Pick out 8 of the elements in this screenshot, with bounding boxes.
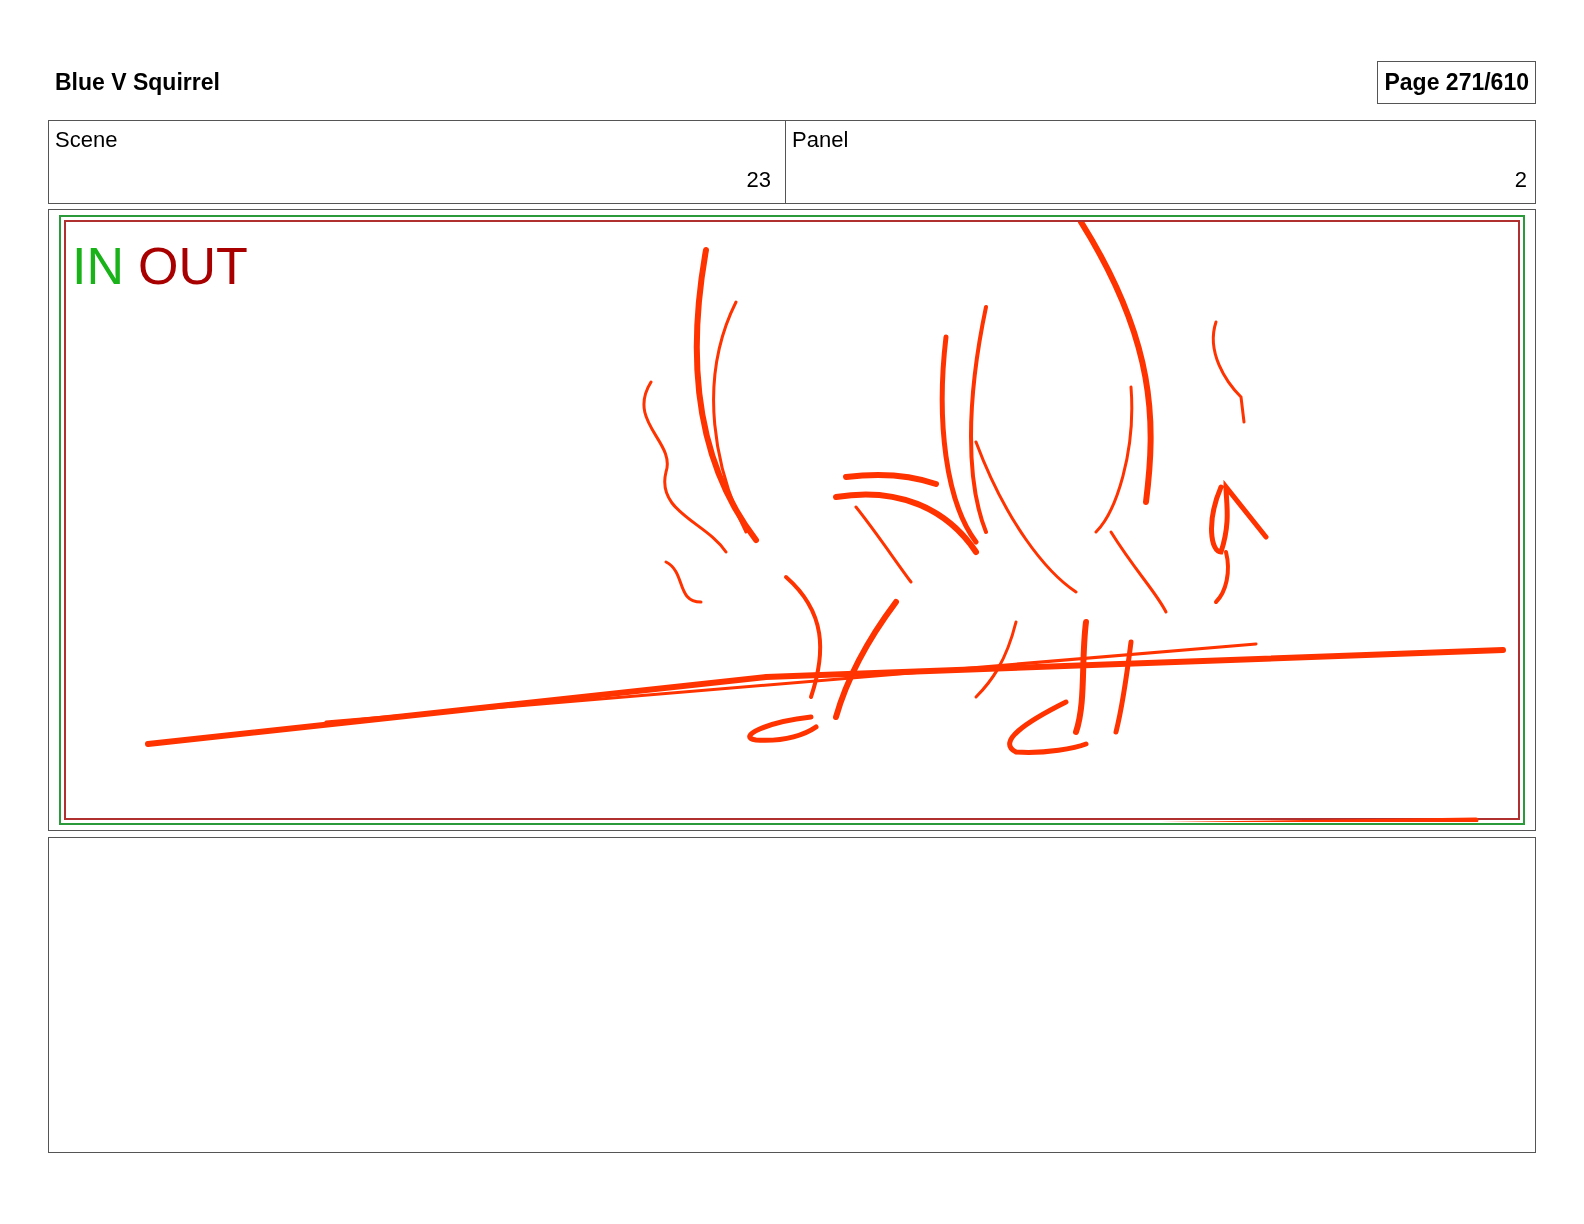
field-label: Scene — [55, 127, 119, 153]
field-value: 23 — [746, 167, 771, 193]
storyboard-title: Blue V Squirrel — [55, 68, 220, 96]
out-marker: OUT — [138, 240, 248, 292]
page-number: Page 271/610 — [1377, 60, 1536, 104]
field-value: 2 — [1514, 167, 1527, 193]
field-label: Panel — [792, 127, 850, 153]
in-marker: IN — [72, 240, 124, 292]
